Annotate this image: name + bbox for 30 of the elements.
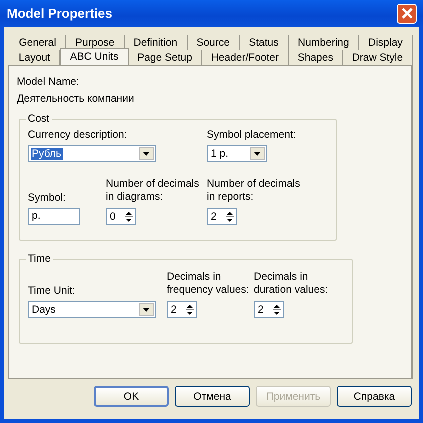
tab[interactable]: ABC Units — [60, 48, 129, 65]
field-label: Symbol placement: — [207, 129, 296, 141]
number-spinner[interactable]: 2 — [254, 301, 284, 318]
field-label: Number of decimals in diagrams: — [106, 178, 200, 204]
time-unit-dropdown[interactable]: Days — [28, 301, 156, 318]
model-name-label: Model Name: — [17, 76, 80, 88]
currency-dropdown[interactable]: Рубль — [28, 145, 156, 162]
group-title: Time — [27, 253, 52, 265]
close-button[interactable] — [397, 4, 417, 24]
spin-arrows-icon — [273, 302, 281, 316]
field-label: Decimals in duration values: — [254, 271, 330, 297]
dialog-button[interactable]: OK — [94, 386, 169, 407]
spin-arrows-icon — [226, 210, 234, 224]
dialog-button[interactable]: Отмена — [175, 386, 250, 407]
group-title: Cost — [27, 113, 51, 125]
field-label: Number of decimals in reports: — [207, 178, 302, 204]
placement-dropdown[interactable]: 1 р. — [207, 145, 267, 162]
number-spinner[interactable]: 2 — [167, 301, 197, 318]
close-icon — [400, 7, 414, 20]
symbol-field[interactable]: р. — [28, 208, 80, 225]
number-spinner[interactable]: 0 — [106, 208, 136, 225]
field-label: Symbol: — [28, 192, 66, 204]
dialog-button[interactable]: Справка — [337, 386, 412, 407]
number-spinner[interactable]: 2 — [207, 208, 237, 225]
spin-arrows-icon — [186, 302, 194, 316]
field-label: Currency description: — [28, 129, 128, 141]
field-label: Time Unit: — [28, 285, 76, 297]
window-title: Model Properties — [7, 6, 112, 21]
spin-arrows-icon — [125, 210, 133, 224]
model-name-value: Деятельность компании — [17, 93, 134, 105]
